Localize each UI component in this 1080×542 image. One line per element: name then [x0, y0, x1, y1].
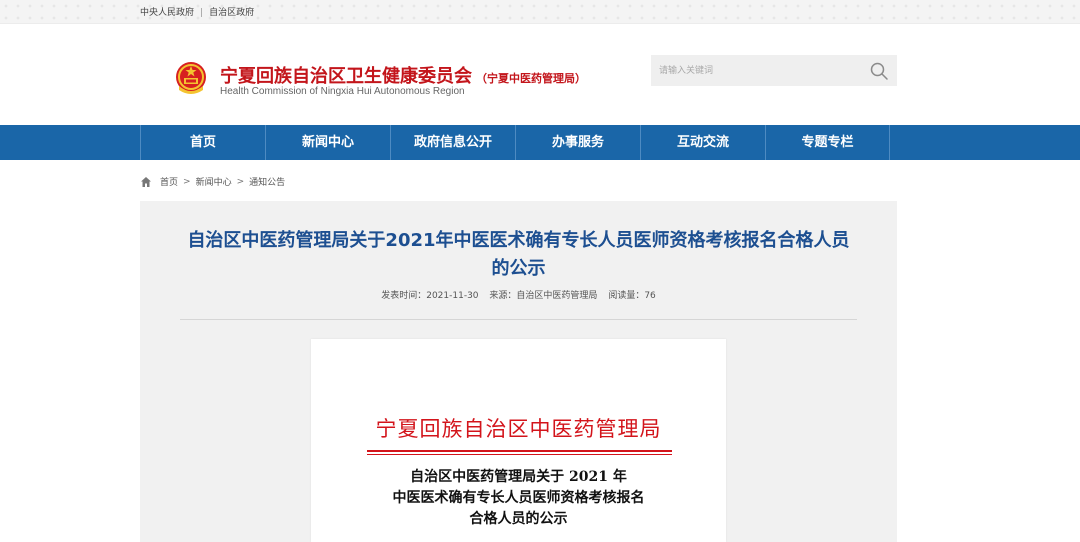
home-icon [141, 176, 151, 187]
document-title: 自治区中医药管理局关于 2021 年 中医医术确有专长人员医师资格考核报名 合格… [311, 467, 726, 530]
site-title-english: Health Commission of Ningxia Hui Autonom… [220, 86, 465, 97]
publish-date: 发表时间：2021-11-30 [381, 291, 479, 301]
document-image: 宁夏回族自治区中医药管理局 自治区中医药管理局关于 2021 年 中医医术确有专… [311, 339, 726, 542]
breadcrumb-notices[interactable]: 通知公告 [249, 175, 285, 188]
main-nav: 首页 新闻中心 政府信息公开 办事服务 互动交流 专题专栏 [0, 125, 1080, 160]
article-meta: 发表时间：2021-11-30 来源：自治区中医药管理局 阅读量：76 [140, 288, 897, 301]
breadcrumb-home[interactable]: 首页 [160, 175, 178, 188]
site-title-main: 宁夏回族自治区卫生健康委员会 [220, 66, 472, 87]
breadcrumb: 首页 > 新闻中心 > 通知公告 [140, 175, 285, 188]
site-title-sub: （宁夏中医药管理局） [476, 72, 586, 85]
nav-item-gov-info[interactable]: 政府信息公开 [390, 125, 515, 160]
breadcrumb-separator: > [183, 176, 191, 187]
search-input[interactable] [651, 55, 856, 86]
top-links: 中央人民政府 | 自治区政府 [140, 5, 254, 18]
article-panel: 自治区中医药管理局关于2021年中医医术确有专长人员医师资格考核报名合格人员的公… [140, 201, 897, 542]
article-source: 来源：自治区中医药管理局 [489, 291, 598, 301]
document-red-rule [367, 450, 672, 452]
search-box [651, 55, 897, 86]
nav-item-news[interactable]: 新闻中心 [265, 125, 390, 160]
document-org-header: 宁夏回族自治区中医药管理局 [375, 417, 662, 441]
nav-item-home[interactable]: 首页 [140, 125, 265, 160]
link-central-government[interactable]: 中央人民政府 [140, 5, 194, 18]
search-icon[interactable] [869, 61, 889, 81]
breadcrumb-news[interactable]: 新闻中心 [196, 175, 232, 188]
document-title-line: 自治区中医药管理局关于 2021 年 [410, 469, 627, 485]
breadcrumb-separator: > [236, 176, 245, 187]
article-title: 自治区中医药管理局关于2021年中医医术确有专长人员医师资格考核报名合格人员的公… [187, 230, 850, 279]
document-title-line: 中医医术确有专长人员医师资格考核报名 [392, 490, 645, 506]
national-emblem-icon [176, 62, 206, 94]
nav-item-services[interactable]: 办事服务 [515, 125, 640, 160]
top-links-separator: | [200, 8, 204, 18]
document-red-rule-thin [367, 454, 672, 455]
link-regional-government[interactable]: 自治区政府 [209, 5, 254, 18]
view-count: 阅读量：76 [608, 291, 656, 301]
site-title[interactable]: 宁夏回族自治区卫生健康委员会 （宁夏中医药管理局） [220, 62, 586, 88]
meta-divider [180, 319, 857, 320]
top-strip: 中央人民政府 | 自治区政府 [0, 0, 1080, 24]
nav-item-interaction[interactable]: 互动交流 [640, 125, 765, 160]
document-title-line: 合格人员的公示 [469, 511, 568, 527]
nav-item-topics[interactable]: 专题专栏 [765, 125, 890, 160]
site-header: 宁夏回族自治区卫生健康委员会 （宁夏中医药管理局） Health Commissi… [0, 24, 1080, 125]
